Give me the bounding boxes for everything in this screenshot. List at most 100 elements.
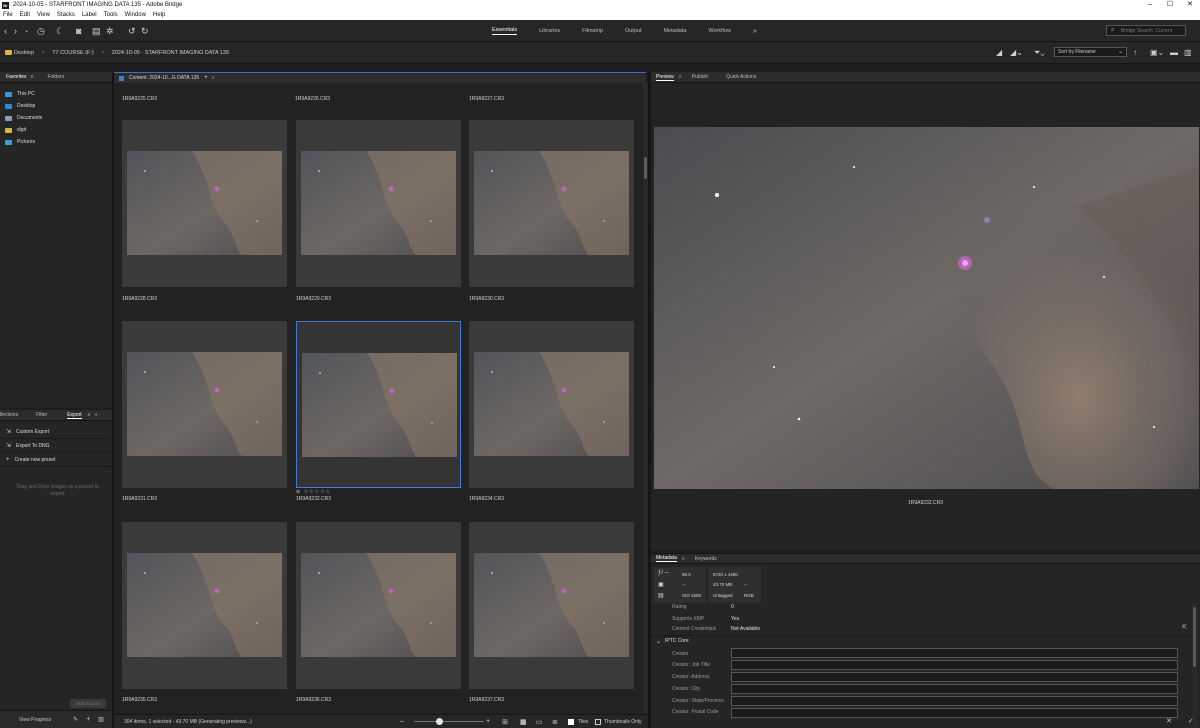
chevron-down-icon[interactable]: ⌄ bbox=[24, 25, 29, 37]
open-recent-icon[interactable]: ▣⌄ bbox=[1150, 48, 1164, 58]
panel-menu-icon[interactable]: ≡ bbox=[682, 556, 685, 562]
menu-edit[interactable]: Edit bbox=[20, 12, 30, 18]
menu-view[interactable]: View bbox=[37, 12, 50, 18]
favorite-desktop[interactable]: Desktop bbox=[5, 100, 42, 112]
tab-publish[interactable]: Publish bbox=[692, 74, 708, 80]
slider-knob[interactable] bbox=[436, 718, 443, 725]
thumbnail-card[interactable] bbox=[122, 120, 287, 287]
grid-lock-icon[interactable]: ⊞ bbox=[502, 718, 508, 726]
sort-dropdown[interactable]: Sort by Filename ⌄ bbox=[1054, 47, 1127, 57]
workspace-filmstrip[interactable]: Filmstrip bbox=[582, 28, 603, 34]
menu-stacks[interactable]: Stacks bbox=[57, 12, 75, 18]
workspace-workflow[interactable]: Workflow bbox=[708, 28, 731, 34]
workspace-metadata[interactable]: Metadata bbox=[663, 28, 686, 34]
search-input[interactable]: ⌕ Bridge Search: Current bbox=[1106, 25, 1186, 36]
iptc-state-input[interactable] bbox=[731, 696, 1178, 706]
add-icon[interactable]: + bbox=[86, 716, 90, 723]
favorite-pictures[interactable]: Pictures bbox=[5, 136, 42, 148]
thumbnail-card[interactable] bbox=[469, 321, 634, 488]
thumbnail-card[interactable] bbox=[122, 522, 287, 689]
scrollbar-thumb[interactable] bbox=[1193, 607, 1196, 667]
breadcrumb-folder[interactable]: 2024-10-05 - STARFRONT IMAGING DATA 135 bbox=[112, 50, 229, 56]
recent-icon[interactable]: ◷ bbox=[37, 25, 45, 37]
refine-icon[interactable]: ▤ bbox=[92, 25, 101, 37]
menu-window[interactable]: Window bbox=[125, 12, 146, 18]
panel-menu-icon[interactable]: ≡ bbox=[212, 75, 215, 81]
menu-label[interactable]: Label bbox=[82, 12, 97, 18]
thumbnail-card[interactable] bbox=[296, 522, 461, 689]
meta-value-rating[interactable]: 0 bbox=[731, 604, 734, 610]
minimize-button[interactable]: – bbox=[1140, 0, 1160, 10]
thumbnail-card[interactable] bbox=[469, 120, 634, 287]
rating-stars[interactable]: ⊘ ☆☆☆☆☆ bbox=[296, 489, 331, 495]
workspace-output[interactable]: Output bbox=[625, 28, 642, 34]
list-view-icon[interactable]: ≣ bbox=[552, 718, 558, 726]
boomerang-icon[interactable]: ☾ bbox=[56, 25, 64, 37]
camera-icon[interactable]: ◙ bbox=[76, 25, 81, 37]
thumbnail-card[interactable] bbox=[296, 120, 461, 287]
apply-icon[interactable]: ✓ bbox=[1188, 717, 1194, 725]
clear-icon[interactable]: ✕ bbox=[1166, 717, 1172, 725]
iptc-creator-input[interactable] bbox=[731, 648, 1178, 658]
tab-content[interactable]: Content: 2024-10...G DATA 135 bbox=[129, 75, 199, 81]
rotate-right-icon[interactable]: ↻ bbox=[141, 25, 149, 37]
panel-menu-icon[interactable]: ≡ bbox=[679, 74, 682, 80]
scrollbar-thumb[interactable] bbox=[644, 157, 647, 179]
tab-collections[interactable]: llections bbox=[0, 412, 18, 418]
export-dropzone[interactable]: Drag and Drop images on a preset to expo… bbox=[10, 484, 105, 498]
iptc-job-title-input[interactable] bbox=[731, 660, 1178, 670]
preview-image[interactable] bbox=[654, 127, 1199, 489]
iptc-city-input[interactable] bbox=[731, 684, 1178, 694]
iptc-address-input[interactable] bbox=[731, 672, 1178, 682]
thumbnail-size-slider[interactable] bbox=[414, 721, 484, 722]
external-link-icon[interactable]: ⇱ bbox=[1182, 624, 1187, 631]
forward-icon[interactable]: › bbox=[14, 25, 17, 37]
thumbnail-view-icon[interactable]: ▦ bbox=[520, 718, 527, 726]
tab-filter[interactable]: Filter bbox=[36, 412, 47, 418]
quality-icon[interactable]: ◢ bbox=[996, 48, 1002, 58]
thumbnail-card[interactable] bbox=[122, 321, 287, 488]
tab-metadata[interactable]: Metadata bbox=[656, 555, 677, 562]
breadcrumb-drive[interactable]: T7 COURSE (F:) bbox=[52, 50, 94, 56]
settings-icon[interactable]: ✲ bbox=[106, 25, 114, 37]
rotate-left-icon[interactable]: ↺ bbox=[128, 25, 136, 37]
delete-icon[interactable]: ▥ bbox=[1184, 48, 1192, 58]
iptc-section-header[interactable]: ⌄ IPTC Core bbox=[651, 635, 1191, 646]
start-export-button[interactable]: Start Export bbox=[70, 699, 106, 708]
workspace-essentials[interactable]: Essentials bbox=[492, 27, 518, 35]
favorite-documents[interactable]: Documents bbox=[5, 112, 42, 124]
metadata-scrollbar[interactable] bbox=[1192, 604, 1197, 728]
tiles-checkbox[interactable] bbox=[568, 719, 574, 725]
zoom-in-icon[interactable]: + bbox=[486, 718, 490, 725]
zoom-out-icon[interactable]: – bbox=[400, 718, 404, 725]
tab-preview[interactable]: Preview bbox=[656, 74, 674, 81]
edit-icon[interactable]: ✎ bbox=[73, 716, 78, 723]
tab-folders[interactable]: Folders bbox=[47, 74, 64, 80]
favorite-this-pc[interactable]: This PC bbox=[5, 88, 42, 100]
menu-tools[interactable]: Tools bbox=[104, 12, 118, 18]
favorite-digit[interactable]: digit bbox=[5, 124, 42, 136]
tab-keywords[interactable]: Keywords bbox=[695, 556, 717, 562]
tab-favorites[interactable]: Favorites bbox=[6, 74, 27, 80]
menu-help[interactable]: Help bbox=[153, 12, 165, 18]
breadcrumb-desktop[interactable]: Desktop bbox=[5, 50, 34, 56]
panel-menu-icon[interactable]: ≡ bbox=[88, 412, 91, 418]
tab-quick-actions[interactable]: Quick Actions bbox=[726, 74, 756, 80]
thumbnail-card[interactable] bbox=[296, 321, 461, 488]
delete-icon[interactable]: ▥ bbox=[98, 716, 104, 723]
tab-export[interactable]: Export bbox=[67, 412, 82, 419]
sort-direction-icon[interactable]: ↑ bbox=[1133, 48, 1137, 58]
close-button[interactable]: ✕ bbox=[1180, 0, 1200, 10]
iptc-postal-input[interactable] bbox=[731, 708, 1178, 718]
content-scrollbar[interactable] bbox=[643, 83, 648, 714]
panel-menu-icon[interactable]: ≡ bbox=[31, 74, 34, 80]
thumbnail-card[interactable] bbox=[469, 522, 634, 689]
expand-icon[interactable]: » bbox=[95, 412, 98, 418]
add-tab-icon[interactable]: + bbox=[204, 75, 208, 81]
thumbnails-only-checkbox[interactable] bbox=[595, 719, 601, 725]
new-folder-icon[interactable]: ▬ bbox=[1170, 48, 1178, 58]
maximize-button[interactable]: ☐ bbox=[1160, 0, 1180, 10]
export-dng[interactable]: ⇲ Export To DNG bbox=[0, 439, 111, 453]
filter-icon[interactable]: ⏷⌄ bbox=[1034, 48, 1045, 58]
details-view-icon[interactable]: ▭ bbox=[536, 718, 543, 726]
